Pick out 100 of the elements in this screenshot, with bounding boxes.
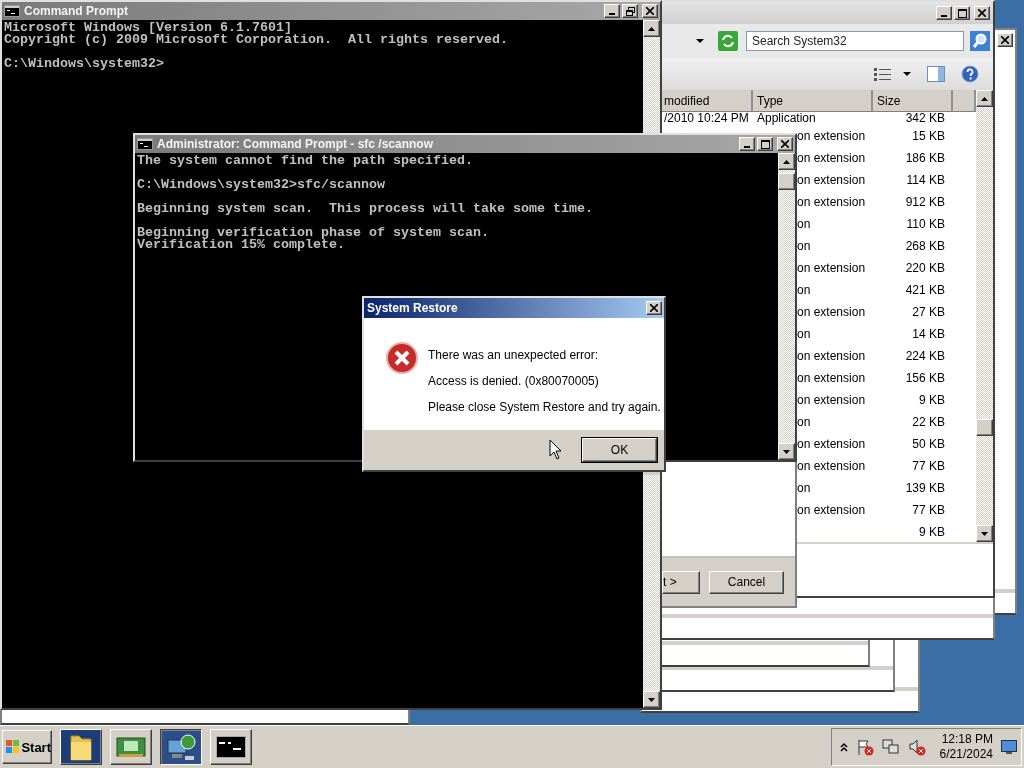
taskbar-button[interactable]	[160, 729, 202, 765]
table-cell-text: on extension	[797, 150, 867, 167]
minimize-button[interactable]	[739, 137, 755, 151]
table-cell-text: on extension	[797, 304, 867, 321]
scroll-down-button[interactable]	[643, 691, 660, 708]
speaker-muted-icon[interactable]	[907, 738, 926, 756]
caret-icon[interactable]	[696, 39, 704, 43]
search-icon[interactable]	[970, 31, 990, 51]
network-icon[interactable]	[881, 738, 900, 756]
table-cell-text: 22 KB	[911, 414, 945, 431]
clock-time[interactable]: 12:18 PM	[941, 732, 993, 747]
column-header[interactable]: Size	[873, 90, 953, 112]
table-cell-text: 9 KB	[918, 392, 945, 409]
close-button[interactable]	[646, 301, 662, 315]
console-line: Microsoft Windows [Version 6.1.7601]	[4, 22, 292, 34]
console-line: C:\Windows\system32>sfc/scannow	[137, 179, 386, 191]
table-cell-text: on extension	[797, 128, 867, 145]
windows-logo-icon	[6, 740, 20, 754]
console-line: Verification 15% complete.	[137, 239, 345, 251]
close-button[interactable]	[642, 4, 658, 18]
down-arrow-icon	[783, 449, 790, 454]
scrollbar-thumb[interactable]	[976, 419, 993, 436]
table-cell-text: on extension	[797, 392, 867, 409]
table-cell-text: 14 KB	[911, 326, 945, 343]
folder-icon	[68, 732, 94, 762]
console-icon	[216, 736, 246, 758]
table-cell-text: on	[797, 282, 812, 299]
scroll-up-button[interactable]	[643, 20, 660, 37]
scroll-up-button[interactable]	[976, 90, 993, 107]
table-cell-text: on extension	[797, 502, 867, 519]
maximize-button[interactable]	[757, 137, 773, 151]
table-cell-text: 224 KB	[904, 348, 945, 365]
console-line: The system cannot find the path specified.	[137, 155, 474, 167]
scroll-up-button[interactable]	[778, 153, 795, 170]
table-cell-text: 342 KB	[904, 112, 945, 125]
table-cell-text: /2010 10:24 PM	[663, 112, 750, 125]
window-title: Administrator: Command Prompt - sfc /scannow	[157, 137, 435, 151]
table-cell-text: 421 KB	[904, 282, 945, 299]
table-cell-text: 77 KB	[911, 502, 945, 519]
preview-pane-icon[interactable]	[927, 66, 945, 82]
table-cell-text: 114 KB	[905, 172, 945, 189]
caret-icon[interactable]	[903, 72, 911, 76]
table-cell-text: on extension	[797, 436, 867, 453]
chevron-up-icon[interactable]	[839, 742, 848, 752]
table-cell-text: on	[797, 326, 812, 343]
next-button[interactable]: t >	[662, 570, 700, 594]
close-icon	[978, 9, 986, 17]
close-icon	[650, 304, 658, 312]
view-list-icon[interactable]	[873, 66, 893, 82]
table-cell-text: 220 KB	[904, 260, 945, 277]
console-line: Copyright (c) 2009 Microsoft Corporation. All rights reserved.	[4, 34, 509, 46]
close-button[interactable]	[777, 137, 793, 151]
search-field[interactable]: Search System32	[746, 31, 964, 51]
console-line: Beginning verification phase of system scan.	[137, 227, 490, 239]
scroll-down-button[interactable]	[976, 525, 993, 542]
help-icon[interactable]	[961, 65, 979, 83]
restore-icon	[625, 6, 635, 16]
table-cell-text: on	[797, 216, 812, 233]
table-cell-text: 110 KB	[905, 216, 945, 233]
console-icon	[137, 138, 153, 150]
table-cell-text: 268 KB	[904, 238, 945, 255]
table-cell-text: 139 KB	[904, 480, 945, 497]
table-cell-text: 9 KB	[918, 524, 945, 541]
table-cell-text: on extension	[797, 260, 867, 277]
down-arrow-icon	[648, 697, 655, 702]
close-icon	[781, 140, 789, 148]
table-cell-text: 50 KB	[911, 436, 945, 453]
table-cell-text: 27 KB	[911, 304, 945, 321]
cancel-button[interactable]: Cancel	[709, 570, 784, 594]
scrollbar-thumb[interactable]	[778, 173, 795, 190]
column-header-filler	[953, 90, 976, 112]
refresh-icon[interactable]	[718, 31, 738, 51]
table-cell-text: 912 KB	[904, 194, 945, 211]
flag-error-icon[interactable]	[855, 738, 874, 756]
close-icon	[646, 7, 654, 15]
maximize-button[interactable]	[954, 6, 970, 20]
restore-button[interactable]	[622, 4, 638, 18]
minimize-button[interactable]	[604, 4, 620, 18]
ok-button[interactable]: OK	[582, 438, 657, 462]
column-header[interactable]: Type	[753, 90, 873, 112]
clock-date[interactable]: 6/21/2024	[939, 747, 993, 762]
scroll-down-button[interactable]	[778, 443, 795, 460]
table-cell-text: Application	[756, 112, 817, 125]
error-icon	[386, 342, 418, 374]
column-header[interactable]: modified	[662, 90, 753, 112]
minimize-button[interactable]	[936, 6, 952, 20]
circuit-board-icon	[116, 735, 146, 759]
close-button[interactable]	[997, 33, 1013, 47]
up-arrow-icon	[981, 96, 988, 101]
network-computer-icon	[166, 732, 196, 762]
dialog-title: System Restore	[367, 301, 459, 315]
scrollbar[interactable]	[778, 153, 795, 460]
start-button[interactable]: Start	[2, 730, 52, 764]
show-desktop-icon[interactable]	[1001, 740, 1017, 754]
scrollbar[interactable]	[976, 90, 993, 542]
close-button[interactable]	[974, 6, 990, 20]
table-cell-text: on extension	[797, 458, 867, 475]
table-cell-text: 186 KB	[904, 150, 945, 167]
down-arrow-icon	[981, 531, 988, 536]
window-title: Command Prompt	[24, 4, 129, 18]
